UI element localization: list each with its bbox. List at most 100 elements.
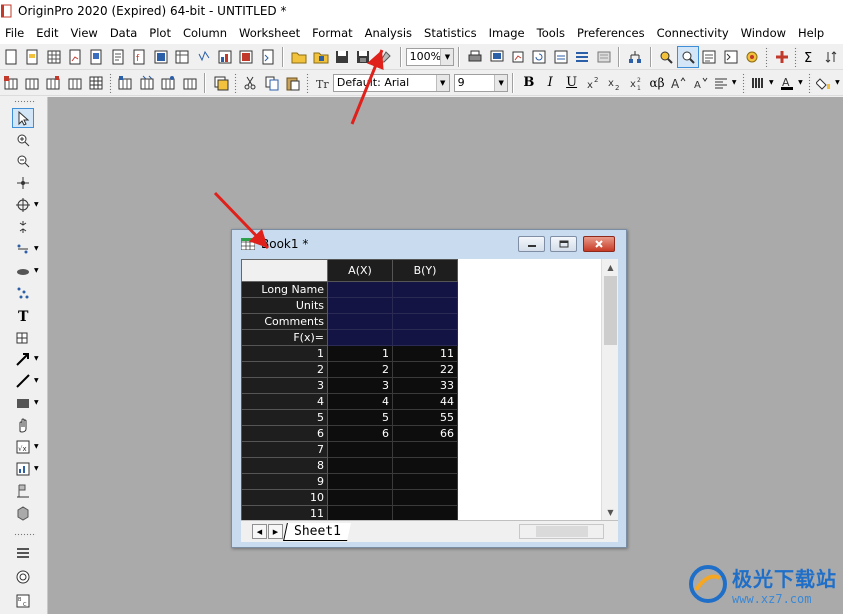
hand-tool-icon[interactable] — [12, 415, 34, 435]
set-group-icon[interactable] — [179, 72, 200, 94]
superscript-icon[interactable]: x2 — [582, 72, 603, 94]
3d-rotate-tool-icon[interactable] — [12, 503, 34, 523]
chevron-down-icon[interactable]: ▼ — [34, 355, 42, 362]
toolbar-grip[interactable] — [764, 46, 769, 67]
meta-cell[interactable] — [327, 297, 393, 314]
command-window-icon[interactable] — [720, 46, 741, 68]
zoom-combo[interactable]: 100% ▼ — [405, 47, 455, 66]
row-number[interactable]: 2 — [241, 361, 328, 378]
vertical-scrollbar[interactable]: ▲ ▼ — [601, 259, 618, 520]
data-selector-tool-icon[interactable] — [12, 217, 34, 237]
data-cell[interactable] — [327, 457, 393, 474]
b-c-tool-icon[interactable]: BC — [12, 591, 34, 611]
menu-connectivity[interactable]: Connectivity — [652, 22, 736, 44]
menu-file[interactable]: File — [0, 22, 31, 44]
row-number[interactable]: 5 — [241, 409, 328, 426]
set-column-z-icon[interactable] — [64, 72, 85, 94]
data-reader-tool-icon[interactable] — [12, 195, 34, 215]
horizontal-scrollbar[interactable] — [519, 524, 604, 539]
duplicate-sheet-icon[interactable] — [210, 72, 231, 94]
new-report-icon[interactable] — [257, 46, 278, 68]
new-excel-icon[interactable] — [171, 46, 192, 68]
data-cell[interactable] — [392, 473, 458, 490]
subscript-icon[interactable]: x2 — [604, 72, 625, 94]
close-button[interactable] — [583, 236, 615, 252]
screen-reader-tool-icon[interactable] — [12, 173, 34, 193]
meta-cell[interactable] — [327, 281, 393, 298]
new-folder-icon[interactable] — [21, 46, 42, 68]
zoom-in-tool-icon[interactable] — [12, 130, 34, 150]
meta-cell[interactable] — [392, 329, 458, 346]
set-column-y-icon[interactable] — [43, 72, 64, 94]
recalculate-icon[interactable] — [572, 46, 593, 68]
toolbar-grip[interactable] — [305, 72, 310, 93]
menu-tools[interactable]: Tools — [532, 22, 572, 44]
results-log-icon[interactable] — [656, 46, 677, 68]
row-number[interactable]: 9 — [241, 473, 328, 490]
chevron-down-icon[interactable]: ▼ — [34, 377, 42, 384]
italic-button[interactable]: I — [540, 72, 561, 94]
new-sheet-dropdown-icon[interactable] — [193, 46, 214, 68]
new-workbook-icon[interactable] — [43, 46, 64, 68]
set-xy-columns-icon[interactable] — [158, 72, 179, 94]
copy-icon[interactable] — [261, 72, 282, 94]
chevron-down-icon[interactable]: ▼ — [34, 465, 42, 472]
next-sheet-icon[interactable]: ▶ — [268, 524, 283, 539]
duplicate-icon[interactable] — [550, 46, 571, 68]
worksheet-grid[interactable]: A(X) B(Y) Long Name Units Comments F(x)=… — [241, 259, 601, 520]
data-cell[interactable]: 1 — [327, 345, 393, 362]
data-cell[interactable]: 66 — [392, 425, 458, 442]
scroll-thumb[interactable] — [604, 276, 617, 345]
chevron-down-icon[interactable]: ▼ — [835, 79, 843, 86]
export-graph-icon[interactable] — [486, 46, 507, 68]
menu-image[interactable]: Image — [484, 22, 532, 44]
increase-font-icon[interactable]: A — [668, 72, 689, 94]
toolbar-grip[interactable] — [794, 46, 799, 67]
chevron-down-icon[interactable]: ▼ — [440, 48, 454, 65]
refresh-icon[interactable] — [529, 46, 550, 68]
menu-format[interactable]: Format — [307, 22, 360, 44]
sheet-tab-sheet1[interactable]: Sheet1 — [283, 523, 351, 541]
data-cell[interactable] — [327, 489, 393, 506]
greek-button[interactable]: αβ — [646, 72, 667, 94]
menu-data[interactable]: Data — [105, 22, 144, 44]
restore-button[interactable] — [550, 236, 577, 252]
move-tool-icon[interactable] — [12, 481, 34, 501]
row-number[interactable]: 11 — [241, 505, 328, 520]
scroll-down-icon[interactable]: ▼ — [602, 504, 619, 520]
new-project-icon[interactable] — [0, 46, 21, 68]
row-number[interactable]: 6 — [241, 425, 328, 442]
cut-icon[interactable] — [240, 72, 261, 94]
toolbar-grip[interactable] — [108, 72, 113, 93]
data-cell[interactable]: 2 — [327, 361, 393, 378]
font-name-combo[interactable]: Default: Arial ▼ — [332, 73, 450, 92]
data-cell[interactable] — [392, 505, 458, 520]
chevron-down-icon[interactable]: ▼ — [34, 245, 42, 252]
pointer-tool-icon[interactable] — [12, 108, 34, 128]
region-data-selector-icon[interactable] — [12, 239, 34, 259]
text-tool-icon[interactable]: T — [12, 305, 34, 325]
chevron-down-icon[interactable]: ▼ — [34, 201, 42, 208]
column-header-a[interactable]: A(X) — [327, 259, 393, 282]
row-number[interactable]: 1 — [241, 345, 328, 362]
add-app-icon[interactable] — [771, 46, 792, 68]
messages-log-icon[interactable] — [677, 45, 699, 68]
set-column-error-icon[interactable] — [86, 72, 107, 94]
new-notes-icon[interactable] — [107, 46, 128, 68]
menu-window[interactable]: Window — [736, 22, 793, 44]
data-cell[interactable] — [392, 457, 458, 474]
sum-icon[interactable]: Σ — [800, 46, 821, 68]
data-cell[interactable] — [392, 441, 458, 458]
data-cell[interactable]: 22 — [392, 361, 458, 378]
data-cell[interactable]: 6 — [327, 425, 393, 442]
chevron-down-icon[interactable]: ▼ — [435, 74, 449, 91]
underline-button[interactable]: U — [561, 72, 582, 94]
row-label[interactable]: Long Name — [241, 281, 328, 298]
insert-table-tool-icon[interactable] — [12, 327, 34, 347]
add-new-columns-icon[interactable] — [0, 72, 21, 94]
data-cell[interactable]: 11 — [392, 345, 458, 362]
menu-preferences[interactable]: Preferences — [572, 22, 652, 44]
project-explorer-icon[interactable] — [624, 46, 645, 68]
menu-help[interactable]: Help — [793, 22, 831, 44]
data-cell[interactable] — [327, 505, 393, 520]
